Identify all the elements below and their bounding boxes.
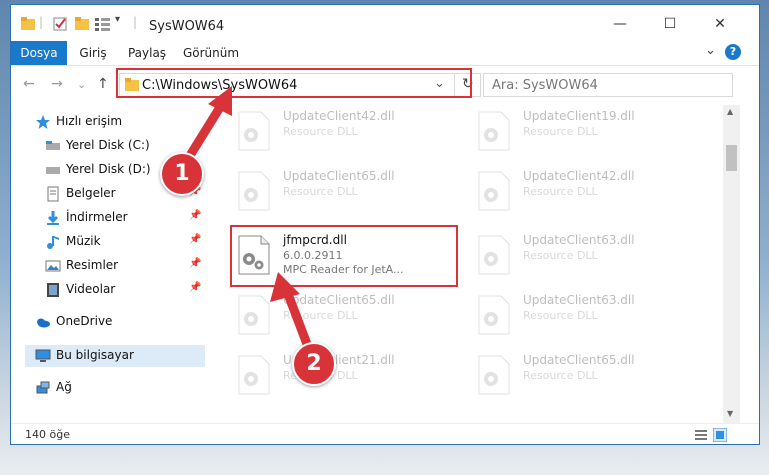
step-marker-2: 2	[292, 342, 336, 386]
arrow-2-head	[270, 272, 300, 302]
step-marker-1: 1	[160, 152, 204, 196]
arrow-overlay	[181, 86, 315, 357]
